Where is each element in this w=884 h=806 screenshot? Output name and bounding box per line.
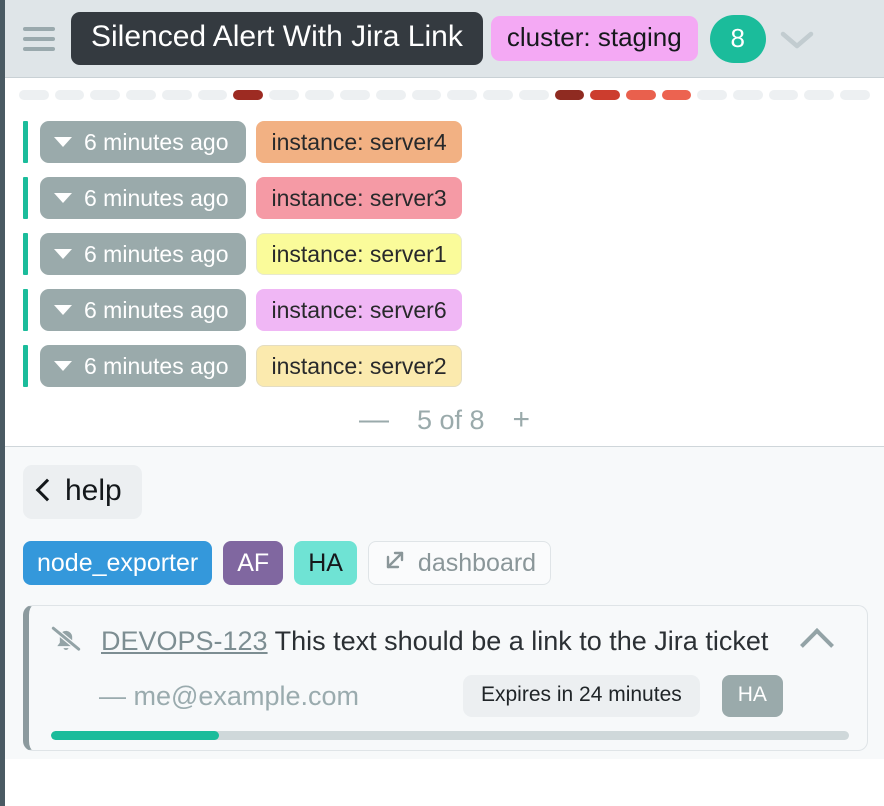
alert-count-badge[interactable]: 8 bbox=[709, 14, 766, 63]
chevron-up-icon[interactable] bbox=[800, 627, 834, 662]
history-segment-22[interactable] bbox=[804, 90, 835, 100]
alert-timestamp-label: 6 minutes ago bbox=[84, 296, 229, 323]
silence-card: DEVOPS-123 This text should be a link to… bbox=[23, 605, 868, 751]
alert-timestamp-label: 6 minutes ago bbox=[84, 352, 229, 379]
alert-row: 6 minutes ago instance: server2 bbox=[5, 338, 884, 394]
alert-history-strip bbox=[5, 82, 884, 108]
silence-progress-fill bbox=[51, 731, 219, 740]
alert-status-accent bbox=[23, 345, 28, 387]
alert-timestamp-toggle[interactable]: 6 minutes ago bbox=[40, 121, 247, 163]
history-segment-6[interactable] bbox=[233, 90, 263, 100]
alert-status-accent bbox=[23, 121, 28, 163]
alert-list: 6 minutes ago instance: server4 6 minutes … bbox=[5, 108, 884, 394]
silence-description-text: This text should be a link to the Jira t… bbox=[274, 626, 769, 656]
jira-ticket-link[interactable]: DEVOPS-123 bbox=[101, 626, 268, 656]
alert-row: 6 minutes ago instance: server4 bbox=[5, 114, 884, 170]
alert-row: 6 minutes ago instance: server1 bbox=[5, 226, 884, 282]
increase-page-size-button[interactable]: + bbox=[513, 405, 531, 435]
caret-down-icon bbox=[54, 193, 72, 203]
hamburger-bar bbox=[23, 46, 55, 51]
history-segment-3[interactable] bbox=[126, 90, 156, 100]
help-back-button[interactable]: help bbox=[23, 465, 142, 519]
alert-timestamp-toggle[interactable]: 6 minutes ago bbox=[40, 345, 247, 387]
silence-progress-bar bbox=[51, 731, 849, 740]
alert-row: 6 minutes ago instance: server3 bbox=[5, 170, 884, 226]
caret-down-icon bbox=[54, 305, 72, 315]
alert-instance-badge[interactable]: instance: server3 bbox=[256, 177, 462, 219]
alert-instance-badge[interactable]: instance: server2 bbox=[256, 345, 462, 387]
caret-down-icon bbox=[54, 137, 72, 147]
history-segment-16[interactable] bbox=[590, 90, 620, 100]
help-label: help bbox=[65, 474, 122, 507]
hamburger-bar bbox=[23, 36, 55, 41]
app-header: Silenced Alert With Jira Link cluster: s… bbox=[5, 0, 884, 78]
tag-ha[interactable]: HA bbox=[294, 541, 357, 585]
silence-author: — me@example.com bbox=[99, 680, 359, 711]
alert-instance-badge[interactable]: instance: server1 bbox=[256, 233, 462, 275]
alert-instance-badge[interactable]: instance: server4 bbox=[256, 121, 462, 163]
history-segment-15[interactable] bbox=[554, 90, 585, 100]
alert-timestamp-label: 6 minutes ago bbox=[84, 184, 229, 211]
history-segment-9[interactable] bbox=[340, 90, 371, 100]
hamburger-menu-icon[interactable] bbox=[23, 24, 57, 54]
external-link-icon bbox=[383, 548, 407, 579]
alert-row: 6 minutes ago instance: server6 bbox=[5, 282, 884, 338]
alert-dashboard-app: Silenced Alert With Jira Link cluster: s… bbox=[0, 0, 884, 806]
history-segment-17[interactable] bbox=[625, 90, 656, 100]
history-segment-8[interactable] bbox=[304, 90, 335, 100]
tag-node-exporter[interactable]: node_exporter bbox=[23, 541, 213, 585]
history-segment-14[interactable] bbox=[518, 90, 549, 100]
alert-timestamp-toggle[interactable]: 6 minutes ago bbox=[40, 233, 247, 275]
chevron-left-icon bbox=[35, 478, 59, 502]
chevron-down-icon[interactable] bbox=[778, 27, 816, 51]
dashboard-link-button[interactable]: dashboard bbox=[367, 541, 552, 585]
silence-expiry-badge: Expires in 24 minutes bbox=[462, 675, 700, 717]
silence-meta-row: — me@example.com Expires in 24 minutes H… bbox=[47, 675, 851, 717]
caret-down-icon bbox=[54, 249, 72, 259]
silence-card-header: DEVOPS-123 This text should be a link to… bbox=[47, 620, 851, 663]
history-segment-23[interactable] bbox=[840, 90, 870, 100]
page-indicator: 5 of 8 bbox=[416, 404, 485, 435]
history-segment-11[interactable] bbox=[411, 90, 442, 100]
alert-timestamp-toggle[interactable]: 6 minutes ago bbox=[40, 289, 247, 331]
history-segment-5[interactable] bbox=[197, 90, 228, 100]
history-segment-20[interactable] bbox=[733, 90, 763, 100]
history-segment-7[interactable] bbox=[268, 90, 299, 100]
alert-timestamp-label: 6 minutes ago bbox=[84, 240, 229, 267]
hamburger-bar bbox=[23, 26, 55, 31]
alert-instance-badge[interactable]: instance: server6 bbox=[256, 289, 462, 331]
alert-status-accent bbox=[23, 177, 28, 219]
silence-description: DEVOPS-123 This text should be a link to… bbox=[101, 626, 789, 657]
pagination-controls: — 5 of 8 + bbox=[5, 394, 884, 446]
detail-pane: help node_exporter AF HA dashboard DEVOP… bbox=[5, 446, 884, 759]
history-segment-19[interactable] bbox=[697, 90, 728, 100]
cluster-label-badge[interactable]: cluster: staging bbox=[490, 15, 698, 62]
decrease-page-size-button[interactable]: — bbox=[359, 405, 389, 435]
bell-slash-icon bbox=[47, 620, 85, 663]
history-segment-2[interactable] bbox=[90, 90, 121, 100]
history-segment-18[interactable] bbox=[661, 90, 692, 100]
alert-status-accent bbox=[23, 289, 28, 331]
dashboard-label: dashboard bbox=[417, 548, 537, 577]
history-segment-13[interactable] bbox=[483, 90, 513, 100]
tag-row: node_exporter AF HA dashboard bbox=[23, 541, 868, 585]
alert-status-accent bbox=[23, 233, 28, 275]
history-segment-0[interactable] bbox=[19, 90, 49, 100]
alert-timestamp-toggle[interactable]: 6 minutes ago bbox=[40, 177, 247, 219]
silence-ha-chip[interactable]: HA bbox=[721, 675, 783, 717]
history-segment-12[interactable] bbox=[447, 90, 478, 100]
tag-af[interactable]: AF bbox=[223, 541, 284, 585]
alert-title[interactable]: Silenced Alert With Jira Link bbox=[71, 12, 483, 65]
caret-down-icon bbox=[54, 361, 72, 371]
history-segment-1[interactable] bbox=[54, 90, 85, 100]
history-segment-21[interactable] bbox=[768, 90, 799, 100]
alert-timestamp-label: 6 minutes ago bbox=[84, 128, 229, 155]
history-segment-4[interactable] bbox=[161, 90, 192, 100]
history-segment-10[interactable] bbox=[376, 90, 406, 100]
